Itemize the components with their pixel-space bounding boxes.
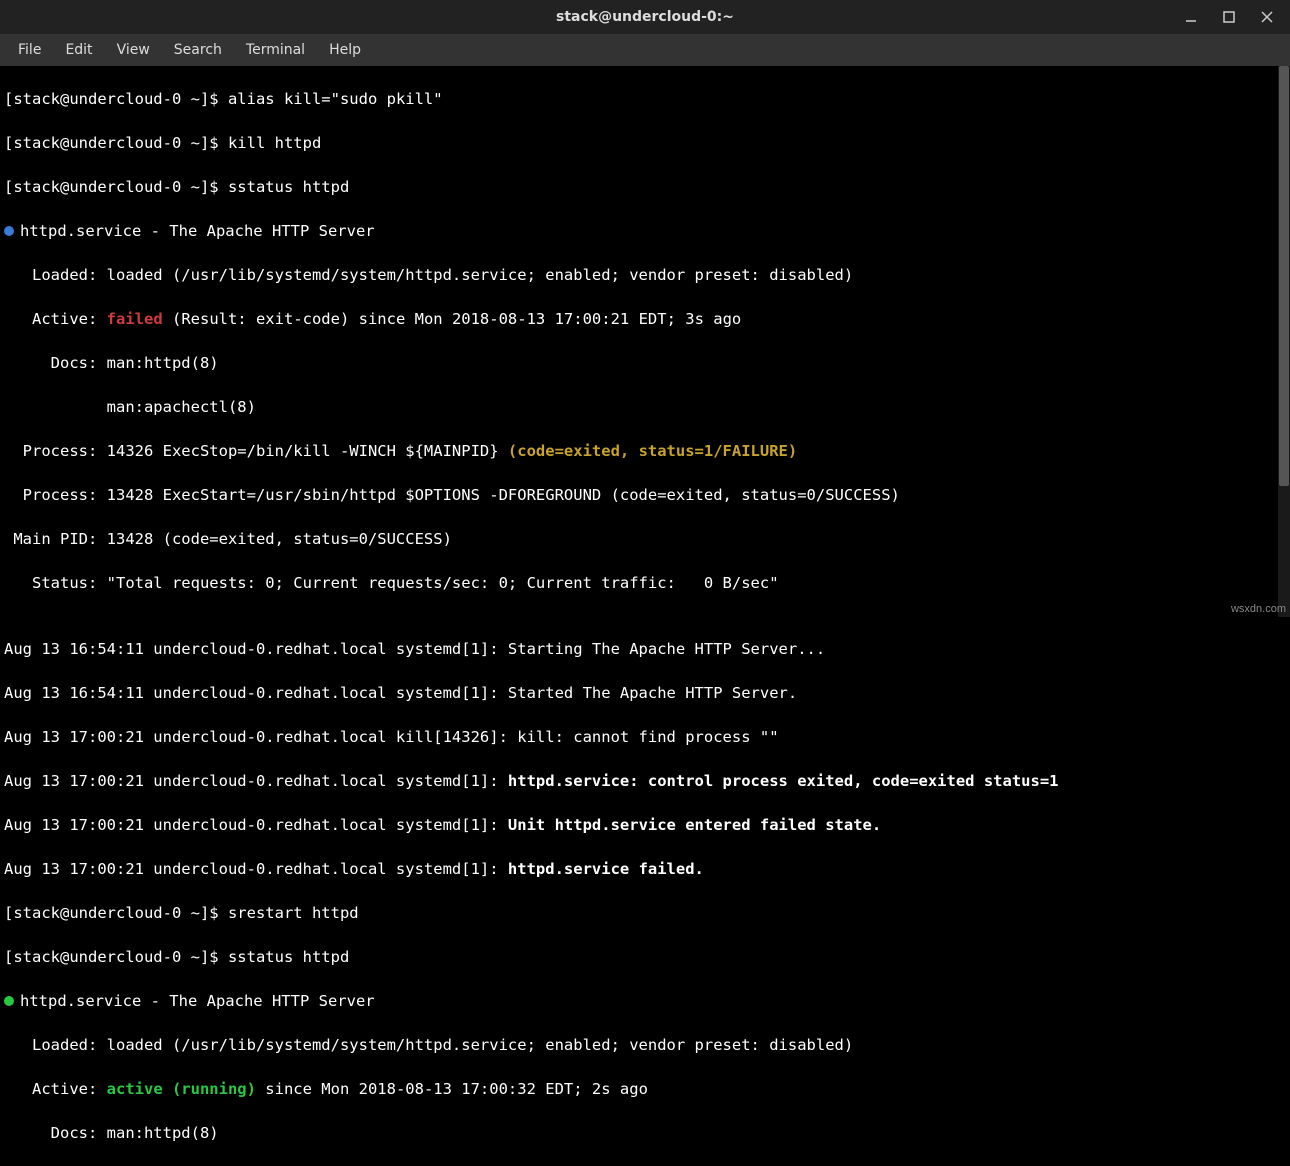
service-header: httpd.service - The Apache HTTP Server: [20, 992, 375, 1010]
text: (Result: exit-code) since Mon 2018-08-13…: [163, 310, 742, 328]
prompt: [stack@undercloud-0 ~]$: [4, 134, 228, 152]
command: sstatus httpd: [228, 948, 349, 966]
output-line: Aug 13 16:54:11 undercloud-0.redhat.loca…: [4, 682, 1286, 704]
status-bullet-icon: [4, 996, 14, 1006]
menu-file[interactable]: File: [6, 38, 53, 62]
command: sstatus httpd: [228, 178, 349, 196]
output-line: Process: 13428 ExecStart=/usr/sbin/httpd…: [4, 484, 1286, 506]
output-line: Aug 13 17:00:21 undercloud-0.redhat.loca…: [4, 814, 1286, 836]
output-line: Main PID: 13428 (code=exited, status=0/S…: [4, 528, 1286, 550]
window-title: stack@undercloud-0:~: [556, 9, 734, 25]
status-failed: failed: [107, 310, 163, 328]
status-active: active (running): [107, 1080, 256, 1098]
command: kill httpd: [228, 134, 321, 152]
output-line: Aug 13 17:00:21 undercloud-0.redhat.loca…: [4, 726, 1286, 748]
output-line: Docs: man:httpd(8): [4, 1122, 1286, 1144]
bold-text: Unit httpd.service entered failed state.: [508, 816, 881, 834]
output-line: Aug 13 16:54:11 undercloud-0.redhat.loca…: [4, 638, 1286, 660]
prompt-line: [stack@undercloud-0 ~]$ srestart httpd: [4, 902, 1286, 924]
output-line: Active: failed (Result: exit-code) since…: [4, 308, 1286, 330]
menubar: File Edit View Search Terminal Help: [0, 34, 1290, 66]
minimize-icon[interactable]: [1182, 8, 1200, 26]
status-bullet-icon: [4, 226, 14, 236]
prompt-line: [stack@undercloud-0 ~]$ sstatus httpd: [4, 946, 1286, 968]
prompt: [stack@undercloud-0 ~]$: [4, 904, 228, 922]
output-line: httpd.service - The Apache HTTP Server: [4, 220, 1286, 242]
output-line: Process: 14326 ExecStop=/bin/kill -WINCH…: [4, 440, 1286, 462]
output-line: Docs: man:httpd(8): [4, 352, 1286, 374]
menu-help[interactable]: Help: [317, 38, 373, 62]
scrollbar[interactable]: [1278, 66, 1290, 617]
titlebar: stack@undercloud-0:~: [0, 0, 1290, 34]
output-line: Aug 13 17:00:21 undercloud-0.redhat.loca…: [4, 858, 1286, 880]
menu-view[interactable]: View: [105, 38, 162, 62]
output-line: Status: "Total requests: 0; Current requ…: [4, 572, 1286, 594]
text: Aug 13 17:00:21 undercloud-0.redhat.loca…: [4, 816, 508, 834]
text: Process: 14326 ExecStop=/bin/kill -WINCH…: [4, 442, 508, 460]
watermark: wsxdn.com: [1231, 603, 1286, 615]
output-line: Active: active (running) since Mon 2018-…: [4, 1078, 1286, 1100]
label: Active:: [4, 1080, 107, 1098]
bold-text: httpd.service: control process exited, c…: [508, 772, 1059, 790]
prompt: [stack@undercloud-0 ~]$: [4, 90, 228, 108]
menu-edit[interactable]: Edit: [53, 38, 104, 62]
label: Active:: [4, 310, 107, 328]
prompt-line: [stack@undercloud-0 ~]$ sstatus httpd: [4, 176, 1286, 198]
output-line: Loaded: loaded (/usr/lib/systemd/system/…: [4, 264, 1286, 286]
command: srestart httpd: [228, 904, 359, 922]
close-icon[interactable]: [1258, 8, 1276, 26]
service-header: httpd.service - The Apache HTTP Server: [20, 222, 375, 240]
status-failure-code: (code=exited, status=1/FAILURE): [508, 442, 797, 460]
prompt: [stack@undercloud-0 ~]$: [4, 178, 228, 196]
output-line: man:apachectl(8): [4, 396, 1286, 418]
bold-text: httpd.service failed.: [508, 860, 704, 878]
text: Aug 13 17:00:21 undercloud-0.redhat.loca…: [4, 772, 508, 790]
menu-search[interactable]: Search: [162, 38, 234, 62]
text: since Mon 2018-08-13 17:00:32 EDT; 2s ag…: [256, 1080, 648, 1098]
prompt: [stack@undercloud-0 ~]$: [4, 948, 228, 966]
output-line: Loaded: loaded (/usr/lib/systemd/system/…: [4, 1034, 1286, 1056]
text: Aug 13 17:00:21 undercloud-0.redhat.loca…: [4, 860, 508, 878]
terminal-output[interactable]: [stack@undercloud-0 ~]$ alias kill="sudo…: [0, 66, 1290, 1166]
output-line: Aug 13 17:00:21 undercloud-0.redhat.loca…: [4, 770, 1286, 792]
window-controls: [1182, 0, 1286, 34]
output-line: httpd.service - The Apache HTTP Server: [4, 990, 1286, 1012]
scrollbar-thumb[interactable]: [1279, 66, 1289, 486]
prompt-line: [stack@undercloud-0 ~]$ alias kill="sudo…: [4, 88, 1286, 110]
prompt-line: [stack@undercloud-0 ~]$ kill httpd: [4, 132, 1286, 154]
maximize-icon[interactable]: [1220, 8, 1238, 26]
command: alias kill="sudo pkill": [228, 90, 443, 108]
menu-terminal[interactable]: Terminal: [234, 38, 317, 62]
